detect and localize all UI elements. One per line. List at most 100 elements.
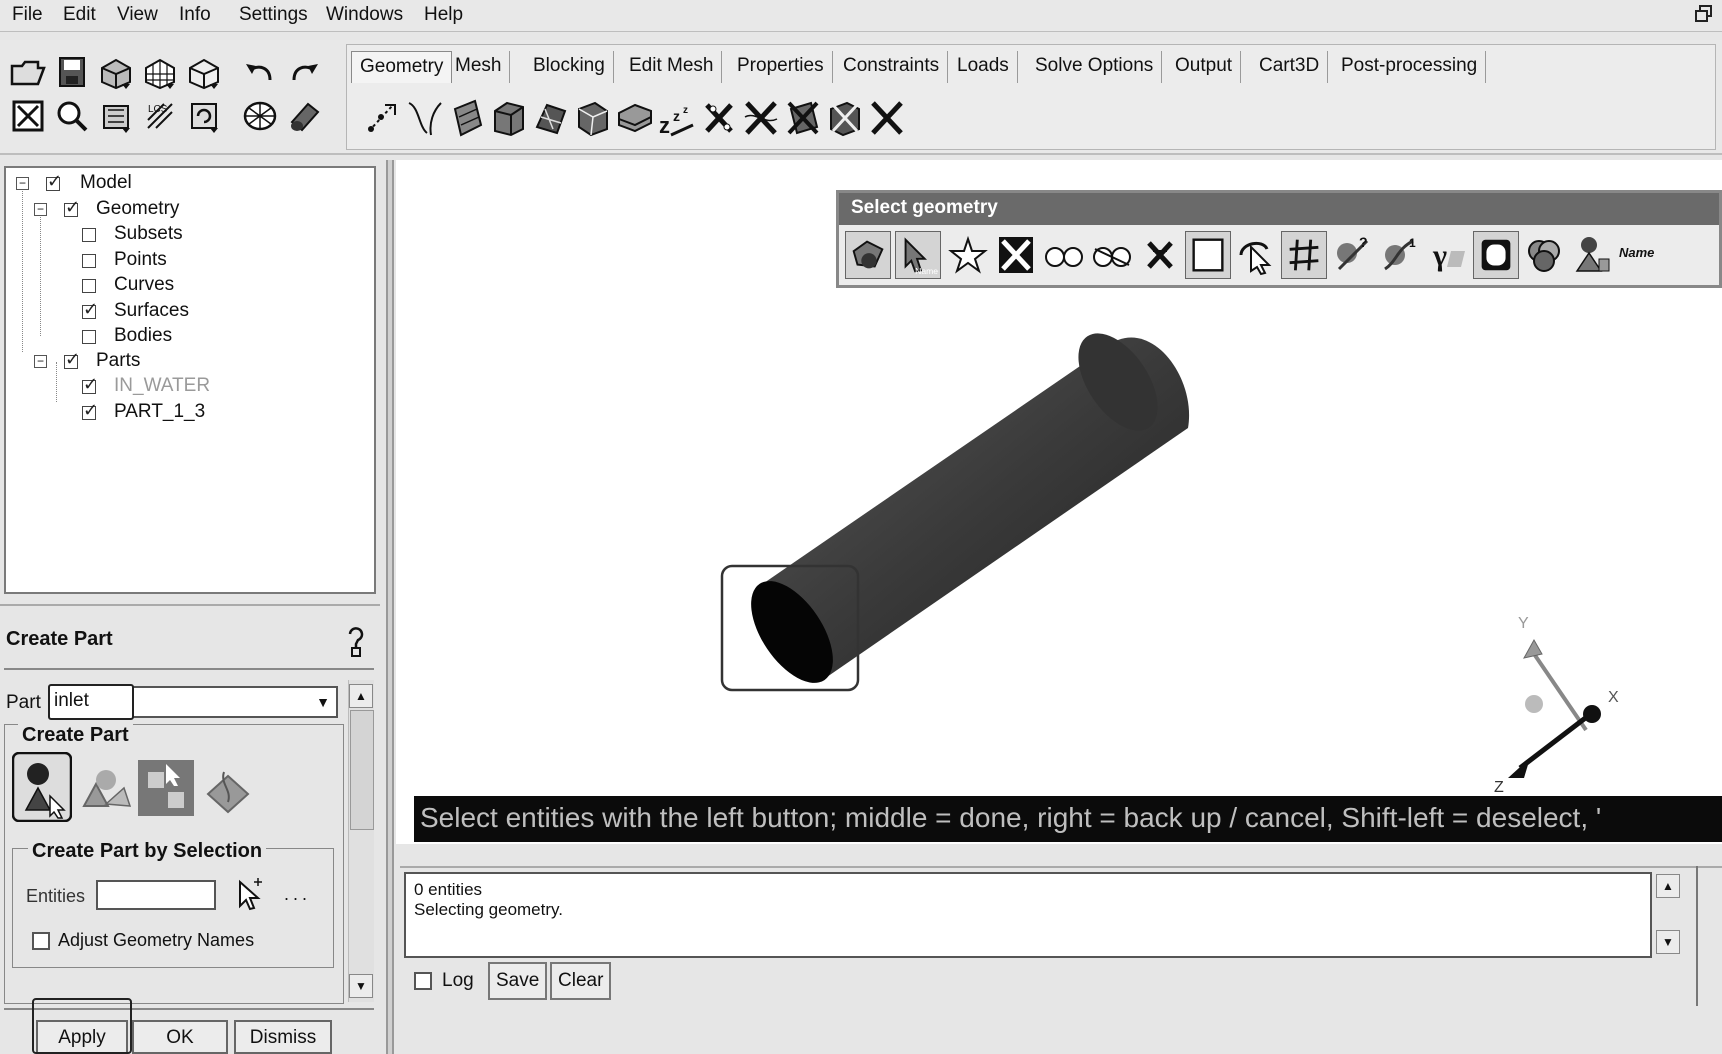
deselect-icon[interactable] (1137, 231, 1183, 279)
tab-edit-mesh[interactable]: Edit Mesh (621, 51, 723, 83)
select-curves-icon[interactable]: 1 (1377, 231, 1423, 279)
help-icon[interactable] (340, 624, 372, 660)
restore-deleted-icon[interactable] (615, 97, 655, 139)
tree-checkbox-parts[interactable] (64, 349, 80, 370)
measure-icon[interactable] (96, 96, 136, 136)
vertical-splitter[interactable] (386, 160, 394, 1054)
create-point-icon[interactable] (361, 97, 401, 139)
create-surface-icon[interactable] (447, 97, 487, 139)
ok-button[interactable]: OK (132, 1020, 228, 1054)
open-mesh-icon[interactable] (140, 52, 180, 92)
tab-mesh[interactable]: Mesh (447, 51, 511, 83)
tab-cart3d[interactable]: Cart3D (1251, 51, 1329, 83)
undo-icon[interactable] (240, 52, 280, 92)
geometry-transform-icon[interactable] (573, 97, 613, 139)
zoom-box-icon[interactable] (52, 96, 92, 136)
tree-node-bodies[interactable]: Bodies (114, 325, 172, 347)
tree-checkbox-subsets[interactable] (82, 228, 96, 242)
part-name-input[interactable]: inlet (48, 684, 134, 720)
save-log-button[interactable]: Save (488, 962, 548, 1000)
repair-geometry-icon[interactable] (531, 97, 571, 139)
tree-checkbox-points[interactable] (82, 254, 96, 268)
cylinder-body[interactable] (761, 320, 1190, 679)
fit-window-icon[interactable] (8, 96, 48, 136)
solid-display-icon[interactable] (284, 96, 324, 136)
menu-help[interactable]: Help (424, 4, 463, 26)
create-body-icon[interactable] (489, 97, 529, 139)
create-part-by-blocks-icon[interactable] (136, 752, 196, 822)
box-select-icon[interactable] (1185, 231, 1231, 279)
create-part-by-selection-icon[interactable] (12, 752, 72, 822)
menu-info[interactable]: Info (179, 4, 211, 26)
select-by-name-button[interactable]: Name (1619, 245, 1654, 260)
panel-splitter[interactable] (0, 604, 380, 610)
tree-checkbox-surfaces[interactable] (82, 299, 98, 320)
select-surfaces-icon[interactable]: γ (1425, 231, 1471, 279)
tree-node-geometry[interactable]: Geometry (96, 198, 179, 220)
entities-input[interactable] (96, 880, 216, 910)
open-blocking-icon[interactable] (184, 52, 224, 92)
delete-surface-icon[interactable] (783, 97, 823, 139)
menu-windows[interactable]: Windows (326, 4, 403, 26)
tree-checkbox-bodies[interactable] (82, 330, 96, 344)
tree-collapse-parts[interactable]: − (34, 355, 47, 368)
log-checkbox[interactable] (414, 972, 432, 990)
adjust-geometry-names-checkbox[interactable] (32, 932, 50, 950)
wireframe-sphere-icon[interactable] (240, 96, 280, 136)
tab-geometry[interactable]: Geometry (351, 51, 453, 83)
tab-blocking[interactable]: Blocking (525, 51, 614, 83)
tree-checkbox-geometry[interactable] (64, 197, 80, 218)
tree-node-surfaces[interactable]: Surfaces (114, 300, 189, 322)
entities-more-button[interactable]: ... (284, 884, 311, 905)
tab-output[interactable]: Output (1167, 51, 1242, 83)
create-curve-icon[interactable] (405, 97, 445, 139)
open-folder-icon[interactable] (8, 52, 48, 92)
tree-collapse-model[interactable]: − (16, 177, 29, 190)
delete-any-entity-icon[interactable] (867, 97, 907, 139)
refresh-display-icon[interactable] (184, 96, 224, 136)
tree-checkbox-part-1-3[interactable] (82, 400, 98, 421)
menu-file[interactable]: File (12, 4, 43, 26)
create-part-by-entity-icon[interactable] (198, 754, 258, 824)
message-scroll-down-arrow[interactable]: ▼ (1656, 930, 1680, 954)
menu-settings[interactable]: Settings (239, 4, 308, 26)
message-scroll-up-arrow[interactable]: ▲ (1656, 874, 1680, 898)
tree-checkbox-curves[interactable] (82, 279, 96, 293)
tab-properties[interactable]: Properties (729, 51, 833, 83)
dismiss-button[interactable]: Dismiss (234, 1020, 332, 1054)
select-by-name-icon[interactable]: Name (895, 231, 941, 279)
select-entities-icon[interactable] (234, 878, 264, 912)
select-bodies-icon[interactable] (1473, 231, 1519, 279)
tree-checkbox-model[interactable] (46, 171, 62, 192)
tree-node-parts[interactable]: Parts (96, 350, 140, 372)
restore-window-icon[interactable] (1694, 4, 1714, 24)
local-coordinate-icon[interactable]: LCS (140, 96, 180, 136)
chevron-down-icon[interactable]: ▼ (312, 690, 334, 714)
select-items-in-part-icon[interactable] (845, 231, 891, 279)
tree-node-model[interactable]: Model (80, 172, 132, 194)
tree-node-points[interactable]: Points (114, 249, 167, 271)
tree-node-subsets[interactable]: Subsets (114, 223, 183, 245)
open-geometry-icon[interactable] (96, 52, 136, 92)
tree-node-curves[interactable]: Curves (114, 274, 174, 296)
select-visible-icon[interactable] (1041, 231, 1087, 279)
sleep-geometry-icon[interactable]: zzz (657, 97, 697, 139)
delete-point-icon[interactable] (699, 97, 739, 139)
polygon-select-icon[interactable] (1233, 231, 1279, 279)
select-grid-icon[interactable] (1281, 231, 1327, 279)
select-parts-icon[interactable] (1569, 231, 1615, 279)
toggle-selection-star-icon[interactable] (945, 231, 991, 279)
select-all-icon[interactable] (993, 231, 1039, 279)
clear-log-button[interactable]: Clear (550, 962, 612, 1000)
scrollbar-thumb[interactable] (350, 710, 374, 830)
delete-body-icon[interactable] (825, 97, 865, 139)
create-part-by-element-icon[interactable] (76, 754, 136, 824)
select-hidden-icon[interactable] (1089, 231, 1135, 279)
delete-curve-icon[interactable] (741, 97, 781, 139)
tab-solve-options[interactable]: Solve Options (1027, 51, 1163, 83)
tab-constraints[interactable]: Constraints (835, 51, 949, 83)
select-points-icon[interactable]: ? (1329, 231, 1375, 279)
scroll-up-arrow[interactable]: ▲ (349, 684, 373, 708)
tree-node-in-water[interactable]: IN_WATER (114, 375, 210, 397)
menu-edit[interactable]: Edit (63, 4, 96, 26)
